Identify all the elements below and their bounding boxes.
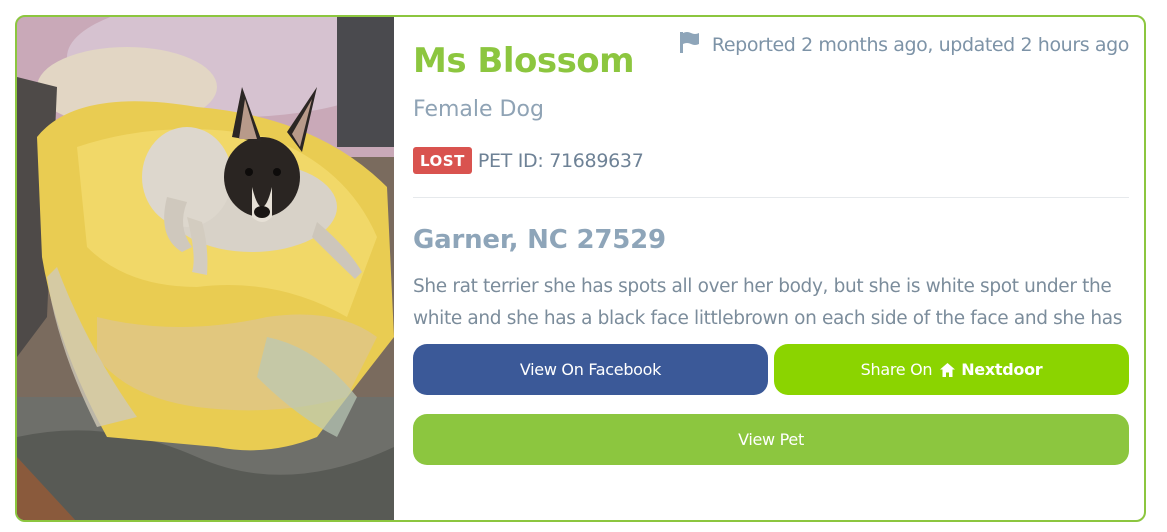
pet-card: Reported 2 months ago, updated 2 hours a…: [15, 15, 1146, 522]
view-pet-button[interactable]: View Pet: [413, 414, 1129, 465]
flag-icon[interactable]: [678, 31, 700, 58]
reported-text: Reported 2 months ago, updated 2 hours a…: [711, 33, 1129, 56]
pet-id: PET ID: 71689637: [477, 149, 644, 172]
status-badge: LOST: [413, 147, 472, 174]
pet-photo[interactable]: [17, 17, 394, 520]
share-on-nextdoor-button[interactable]: Share On Nextdoor: [774, 344, 1129, 395]
nextdoor-prefix-label: Share On: [860, 360, 933, 379]
view-on-facebook-button[interactable]: View On Facebook: [413, 344, 768, 395]
pet-name[interactable]: Ms Blossom: [413, 41, 635, 81]
pet-sex-species: Female Dog: [413, 97, 544, 122]
pet-description: She rat terrier she has spots all over h…: [413, 276, 1122, 329]
pet-details: Reported 2 months ago, updated 2 hours a…: [413, 17, 1129, 520]
divider: [413, 197, 1129, 198]
view-pet-label: View Pet: [738, 430, 804, 449]
house-icon: [940, 362, 956, 377]
pet-location: Garner, NC 27529: [413, 225, 666, 255]
facebook-button-label: View On Facebook: [519, 360, 662, 379]
pet-id-row: LOST PET ID: 71689637: [413, 147, 644, 174]
nextdoor-brand-label: Nextdoor: [961, 360, 1043, 379]
reported-info: Reported 2 months ago, updated 2 hours a…: [678, 31, 1129, 58]
